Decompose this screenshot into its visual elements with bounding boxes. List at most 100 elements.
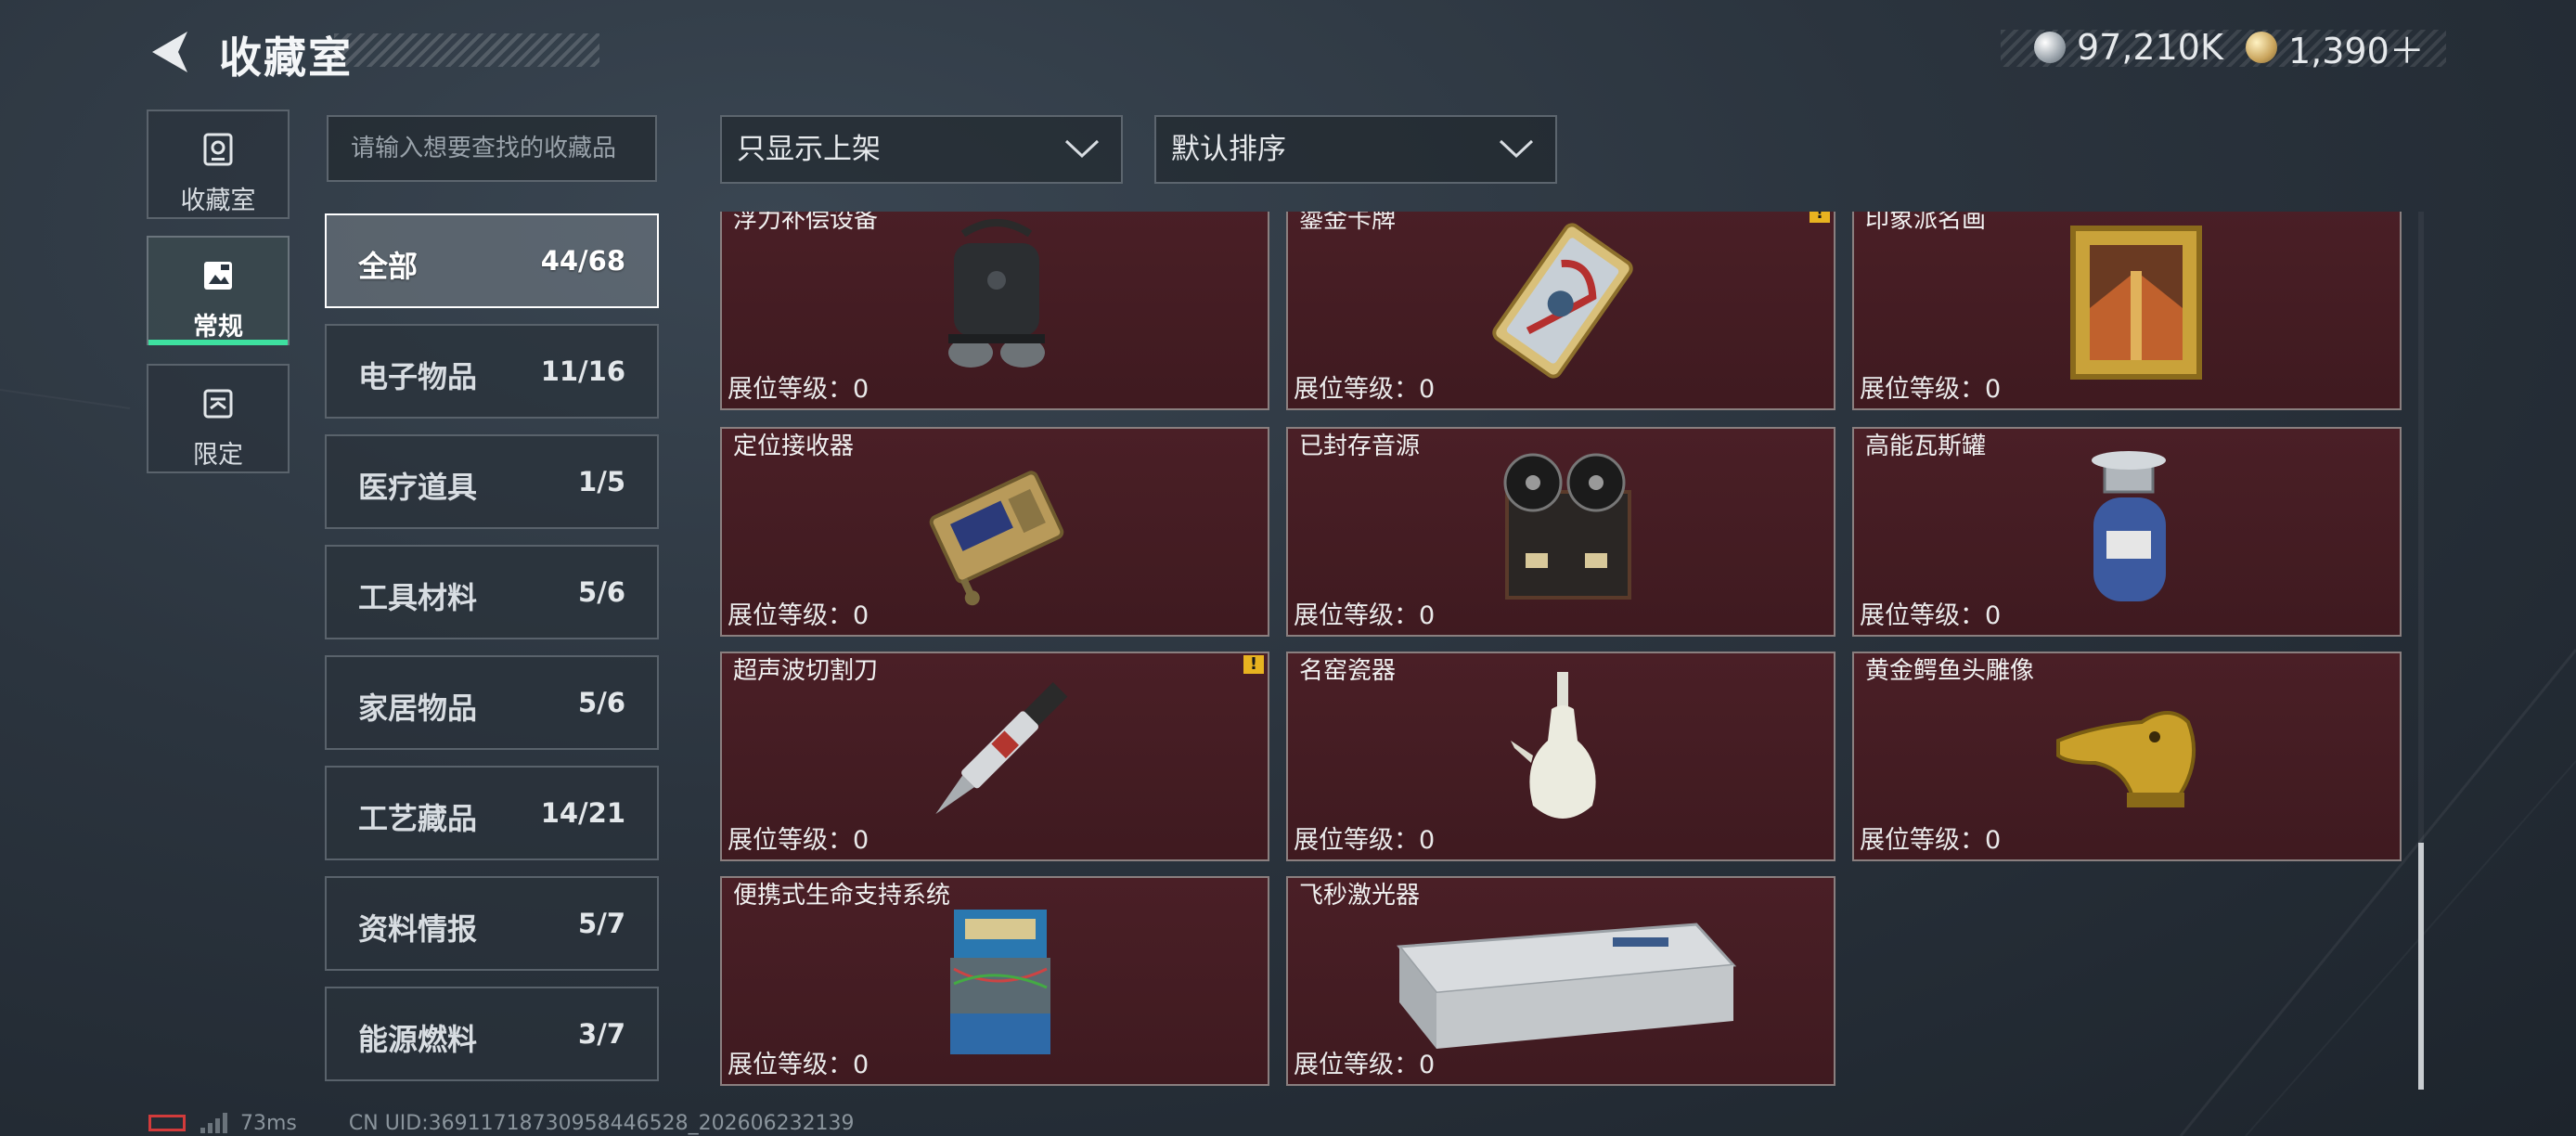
category-intel[interactable]: 资料情报 5/7 bbox=[325, 876, 659, 971]
item-level: 展位等级：0 bbox=[1294, 1051, 1436, 1079]
sort-value: 默认排序 bbox=[1171, 133, 1286, 166]
tab-label: 收藏室 bbox=[180, 187, 256, 215]
battery-icon bbox=[148, 1115, 186, 1131]
gold-currency[interactable]: 1,390＋ bbox=[2246, 26, 2425, 71]
gold-crocodile-icon bbox=[2056, 711, 2196, 807]
sort-dropdown[interactable]: 默认排序 bbox=[1154, 115, 1557, 184]
item-level: 展位等级：0 bbox=[728, 826, 869, 855]
category-energy[interactable]: 能源燃料 3/7 bbox=[325, 987, 659, 1081]
category-household[interactable]: 家居物品 5/6 bbox=[325, 655, 659, 750]
category-electronics[interactable]: 电子物品 11/16 bbox=[325, 324, 659, 419]
silver-coin-icon bbox=[2034, 32, 2066, 63]
chevron-down-icon bbox=[1499, 139, 1534, 159]
item-card[interactable]: 便携式生命支持系统 展位等级：0 bbox=[720, 876, 1269, 1086]
status-footer: 73ms CN UID:369117187309584465​28_202606… bbox=[148, 1110, 855, 1136]
chevron-down-icon bbox=[1064, 139, 1100, 159]
item-name: 定位接收器 bbox=[733, 432, 855, 460]
search-input[interactable] bbox=[327, 115, 657, 182]
item-card[interactable]: 名窑瓷器 展位等级：0 bbox=[1286, 652, 1835, 861]
collection-icon bbox=[203, 133, 233, 166]
item-card[interactable]: 飞秒激光器 展位等级：0 bbox=[1286, 876, 1835, 1086]
item-name: 已封存音源 bbox=[1299, 432, 1421, 460]
item-level: 展位等级：0 bbox=[1860, 375, 2002, 404]
limited-icon bbox=[203, 389, 233, 419]
silver-currency: 97,210K bbox=[2034, 26, 2223, 69]
back-arrow-icon[interactable] bbox=[147, 28, 191, 76]
shelf-filter-value: 只显示上架 bbox=[737, 133, 881, 166]
tab-collection-room[interactable]: 收藏室 bbox=[147, 110, 290, 219]
item-level: 展位等级：0 bbox=[728, 375, 869, 404]
scrollbar-thumb[interactable] bbox=[2418, 843, 2424, 1090]
item-level: 展位等级：0 bbox=[728, 1051, 869, 1079]
tab-limited[interactable]: 限定 bbox=[147, 364, 290, 473]
item-level: 展位等级：0 bbox=[1860, 601, 2002, 630]
category-name: 家居物品 bbox=[358, 691, 478, 726]
category-name: 能源燃料 bbox=[358, 1022, 478, 1057]
category-name: 工艺藏品 bbox=[358, 801, 478, 836]
tab-label: 常规 bbox=[193, 313, 243, 342]
life-support-icon bbox=[950, 910, 1050, 1054]
locator-receiver-icon bbox=[929, 471, 1064, 606]
regular-icon bbox=[204, 262, 232, 290]
item-name: 浮力补偿设备 bbox=[733, 212, 879, 234]
category-count: 1/5 bbox=[578, 466, 625, 497]
shelf-filter-dropdown[interactable]: 只显示上架 bbox=[720, 115, 1123, 184]
item-card[interactable]: 印象派名画 展位等级：0 bbox=[1852, 212, 2402, 410]
item-card[interactable]: 鎏金卡牌 ! 展位等级：0 bbox=[1286, 212, 1835, 410]
title-decoration bbox=[334, 33, 599, 67]
uid-text: CN UID:369117187309584465​28_20260623213… bbox=[348, 1111, 855, 1135]
category-name: 工具材料 bbox=[358, 580, 478, 615]
category-count: 44/68 bbox=[540, 245, 625, 277]
item-level: 展位等级：0 bbox=[1294, 375, 1436, 404]
item-card[interactable]: 高能瓦斯罐 展位等级：0 bbox=[1852, 427, 2402, 637]
item-name: 名窑瓷器 bbox=[1299, 657, 1397, 685]
category-all[interactable]: 全部 44/68 bbox=[325, 213, 659, 308]
item-level: 展位等级：0 bbox=[728, 601, 869, 630]
reel-recorder-icon bbox=[1503, 453, 1631, 600]
category-count: 5/6 bbox=[578, 687, 625, 718]
gold-coin-icon bbox=[2246, 32, 2277, 63]
category-count: 5/7 bbox=[578, 908, 625, 939]
category-medical[interactable]: 医疗道具 1/5 bbox=[325, 434, 659, 529]
gilded-card-icon bbox=[1492, 223, 1633, 379]
gas-canister-icon bbox=[2092, 451, 2166, 601]
category-tools[interactable]: 工具材料 5/6 bbox=[325, 545, 659, 639]
tab-label: 限定 bbox=[193, 441, 243, 470]
item-name: 超声波切割刀 bbox=[733, 657, 879, 685]
ping-value: 73ms bbox=[240, 1111, 297, 1135]
collection-grid: 浮力补偿设备 展位等级：0 鎏金卡牌 ! 展位等级：0 印象派名画 展位等级：0… bbox=[720, 212, 2407, 1091]
active-tab-indicator bbox=[148, 340, 288, 345]
item-name: 高能瓦斯罐 bbox=[1865, 432, 1987, 460]
category-name: 电子物品 bbox=[358, 359, 478, 394]
category-name: 全部 bbox=[358, 249, 419, 284]
silver-currency-value: 97,210K bbox=[2077, 27, 2223, 68]
item-level: 展位等级：0 bbox=[1294, 826, 1436, 855]
signal-icon bbox=[200, 1113, 227, 1133]
item-card[interactable]: 浮力补偿设备 展位等级：0 bbox=[720, 212, 1269, 410]
item-card[interactable]: 黄金鳄鱼头雕像 展位等级：0 bbox=[1852, 652, 2402, 861]
laser-device-icon bbox=[1397, 923, 1737, 1049]
item-level: 展位等级：0 bbox=[1294, 601, 1436, 630]
ultrasonic-knife-icon bbox=[935, 682, 1068, 815]
item-name: 黄金鳄鱼头雕像 bbox=[1865, 657, 2035, 685]
category-count: 14/21 bbox=[540, 797, 625, 829]
category-count: 5/6 bbox=[578, 576, 625, 608]
item-name: 印象派名画 bbox=[1865, 212, 1987, 234]
category-count: 3/7 bbox=[578, 1018, 625, 1050]
grid-scrollbar[interactable] bbox=[2418, 212, 2424, 1090]
category-crafts[interactable]: 工艺藏品 14/21 bbox=[325, 766, 659, 860]
item-level: 展位等级：0 bbox=[1860, 826, 2002, 855]
tab-regular[interactable]: 常规 bbox=[147, 236, 290, 345]
item-card[interactable]: 已封存音源 展位等级：0 bbox=[1286, 427, 1835, 637]
category-name: 医疗道具 bbox=[358, 470, 478, 505]
porcelain-vase-icon bbox=[1511, 672, 1596, 819]
bcd-backpack-icon bbox=[948, 219, 1045, 368]
page-title: 收藏室 bbox=[219, 32, 353, 83]
category-name: 资料情报 bbox=[358, 911, 478, 947]
top-bar: 收藏室 97,210K 1,390＋ bbox=[0, 0, 2576, 102]
item-card[interactable]: 超声波切割刀 ! 展位等级：0 bbox=[720, 652, 1269, 861]
category-count: 11/16 bbox=[540, 355, 625, 387]
item-card[interactable]: 定位接收器 展位等级：0 bbox=[720, 427, 1269, 637]
warning-icon: ! bbox=[1810, 212, 1830, 223]
painting-icon bbox=[2070, 226, 2202, 380]
